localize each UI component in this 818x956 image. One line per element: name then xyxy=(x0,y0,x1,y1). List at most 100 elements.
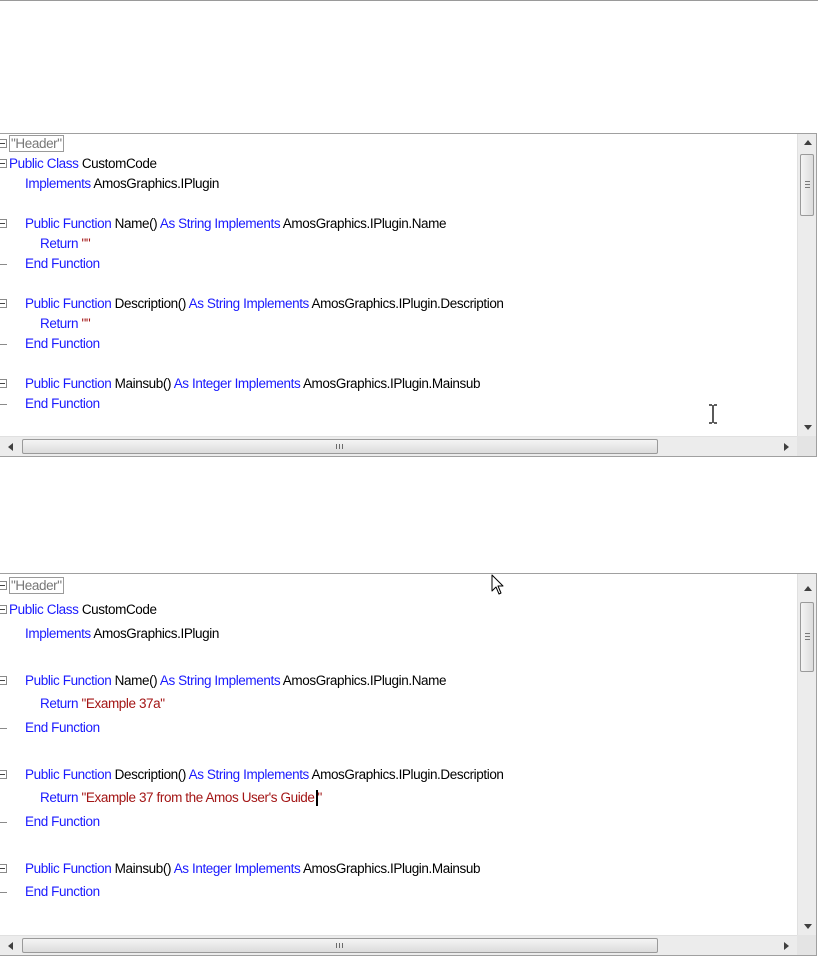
code-line[interactable]: Return "" xyxy=(0,314,91,334)
code-token: End Function xyxy=(25,336,100,351)
code-line[interactable]: Public Function Name() As String Impleme… xyxy=(0,671,447,691)
code-line[interactable]: Public Function Description() As String … xyxy=(0,765,504,785)
code-line[interactable]: Return "" xyxy=(0,234,91,254)
scroll-up-button[interactable] xyxy=(798,134,816,151)
region-tag[interactable]: "Header" xyxy=(9,135,64,152)
code-token: Mainsub() xyxy=(114,861,174,876)
collapse-toggle-icon[interactable] xyxy=(0,159,7,168)
scroll-right-button[interactable] xyxy=(778,937,795,954)
grip-icon xyxy=(339,444,340,449)
code-token: " xyxy=(317,790,323,805)
code-line[interactable]: Public Function Name() As String Impleme… xyxy=(0,214,447,234)
line-content: Public Function Description() As String … xyxy=(25,765,504,785)
vertical-scroll-thumb[interactable] xyxy=(800,602,814,672)
arrow-down-icon xyxy=(804,425,812,430)
code-line[interactable]: Implements AmosGraphics.IPlugin xyxy=(0,624,219,644)
collapse-toggle-icon[interactable] xyxy=(0,676,7,685)
code-token: End Function xyxy=(25,884,100,899)
code-token: Public Function xyxy=(25,376,115,391)
top-divider xyxy=(0,0,818,1)
collapse-toggle-icon[interactable] xyxy=(0,299,7,308)
code-token: As Integer Implements xyxy=(173,861,303,876)
code-token: AmosGraphics.IPlugin xyxy=(93,626,219,641)
text-cursor-icon xyxy=(709,404,717,424)
code-token: AmosGraphics.IPlugin xyxy=(93,176,219,191)
code-line[interactable]: Public Class CustomCode xyxy=(0,600,157,620)
vertical-scroll-thumb[interactable] xyxy=(800,154,814,216)
code-token: As Integer Implements xyxy=(173,376,303,391)
code-editor-before[interactable]: "Header" Public Class CustomCode Impleme… xyxy=(0,133,817,457)
line-content: Public Function Mainsub() As Integer Imp… xyxy=(25,374,480,394)
vertical-scrollbar[interactable] xyxy=(797,574,816,935)
code-token: As String Implements xyxy=(159,216,283,231)
arrow-left-icon xyxy=(8,942,13,950)
arrow-down-icon xyxy=(804,924,812,929)
code-token: Public Function xyxy=(25,296,115,311)
scroll-left-button[interactable] xyxy=(2,438,19,455)
code-token: End Function xyxy=(25,256,100,271)
code-line[interactable]: "Header" xyxy=(0,576,64,596)
code-line[interactable]: Public Function Mainsub() As Integer Imp… xyxy=(0,859,480,879)
code-line[interactable]: End Function xyxy=(0,334,100,354)
scroll-right-button[interactable] xyxy=(778,438,795,455)
collapse-toggle-icon[interactable] xyxy=(0,770,7,779)
line-content: Return "Example 37a" xyxy=(40,694,165,714)
code-line[interactable]: Implements AmosGraphics.IPlugin xyxy=(0,174,219,194)
code-token: Return xyxy=(40,790,82,805)
scroll-up-button[interactable] xyxy=(798,580,816,597)
code-line[interactable]: End Function xyxy=(0,812,100,832)
arrow-right-icon xyxy=(784,443,789,451)
vertical-scrollbar[interactable] xyxy=(797,134,816,436)
scroll-left-button[interactable] xyxy=(2,937,19,954)
code-token: Public Function xyxy=(25,861,115,876)
line-content: "Header" xyxy=(9,576,64,596)
block-end-marker xyxy=(0,822,7,823)
code-line[interactable]: Public Function Description() As String … xyxy=(0,294,504,314)
code-editor-after[interactable]: "Header" Public Class CustomCode Impleme… xyxy=(0,573,817,956)
code-area[interactable]: "Header" Public Class CustomCode Impleme… xyxy=(0,134,797,436)
code-line[interactable]: "Header" xyxy=(0,134,64,154)
grip-icon xyxy=(805,639,810,640)
block-end-marker xyxy=(0,728,7,729)
horizontal-scrollbar[interactable] xyxy=(0,935,797,955)
collapse-toggle-icon[interactable] xyxy=(0,864,7,873)
scroll-down-button[interactable] xyxy=(798,419,816,436)
code-line[interactable]: End Function xyxy=(0,394,100,414)
region-tag[interactable]: "Header" xyxy=(9,577,64,594)
line-content: Public Function Name() As String Impleme… xyxy=(25,214,447,234)
code-line[interactable]: Public Function Mainsub() As Integer Imp… xyxy=(0,374,480,394)
collapse-toggle-icon[interactable] xyxy=(0,219,7,228)
horizontal-scroll-thumb[interactable] xyxy=(22,938,658,953)
line-content: Public Function Description() As String … xyxy=(25,294,504,314)
code-line[interactable]: Return "Example 37a" xyxy=(0,694,165,714)
code-token: AmosGraphics.IPlugin.Description xyxy=(311,296,504,311)
code-line[interactable]: End Function xyxy=(0,882,100,902)
line-content: End Function xyxy=(25,812,100,832)
code-token: "" xyxy=(81,236,91,251)
collapse-toggle-icon[interactable] xyxy=(0,605,7,614)
grip-icon xyxy=(805,181,810,182)
code-token: Mainsub() xyxy=(114,376,174,391)
line-content: Implements AmosGraphics.IPlugin xyxy=(25,624,219,644)
code-token: CustomCode xyxy=(81,156,157,171)
horizontal-scroll-thumb[interactable] xyxy=(22,439,658,454)
collapse-toggle-icon[interactable] xyxy=(0,581,7,590)
code-line[interactable]: Return "Example 37 from the Amos User's … xyxy=(0,788,322,808)
code-token: Return xyxy=(40,236,82,251)
collapse-toggle-icon[interactable] xyxy=(0,139,7,148)
code-line[interactable]: End Function xyxy=(0,254,100,274)
horizontal-scrollbar[interactable] xyxy=(0,436,797,456)
code-token: End Function xyxy=(25,720,100,735)
code-line[interactable]: End Function xyxy=(0,718,100,738)
line-content: End Function xyxy=(25,718,100,738)
arrow-up-icon xyxy=(804,140,812,145)
code-area[interactable]: "Header" Public Class CustomCode Impleme… xyxy=(0,574,797,935)
code-token: Return xyxy=(40,696,82,711)
collapse-toggle-icon[interactable] xyxy=(0,379,7,388)
code-line[interactable]: Public Class CustomCode xyxy=(0,154,157,174)
scroll-down-button[interactable] xyxy=(798,918,816,935)
code-token: AmosGraphics.IPlugin.Mainsub xyxy=(302,376,481,391)
code-token: "Example 37 from the Amos User's Guide xyxy=(81,790,315,805)
grip-icon xyxy=(339,943,340,948)
code-token: CustomCode xyxy=(81,602,157,617)
